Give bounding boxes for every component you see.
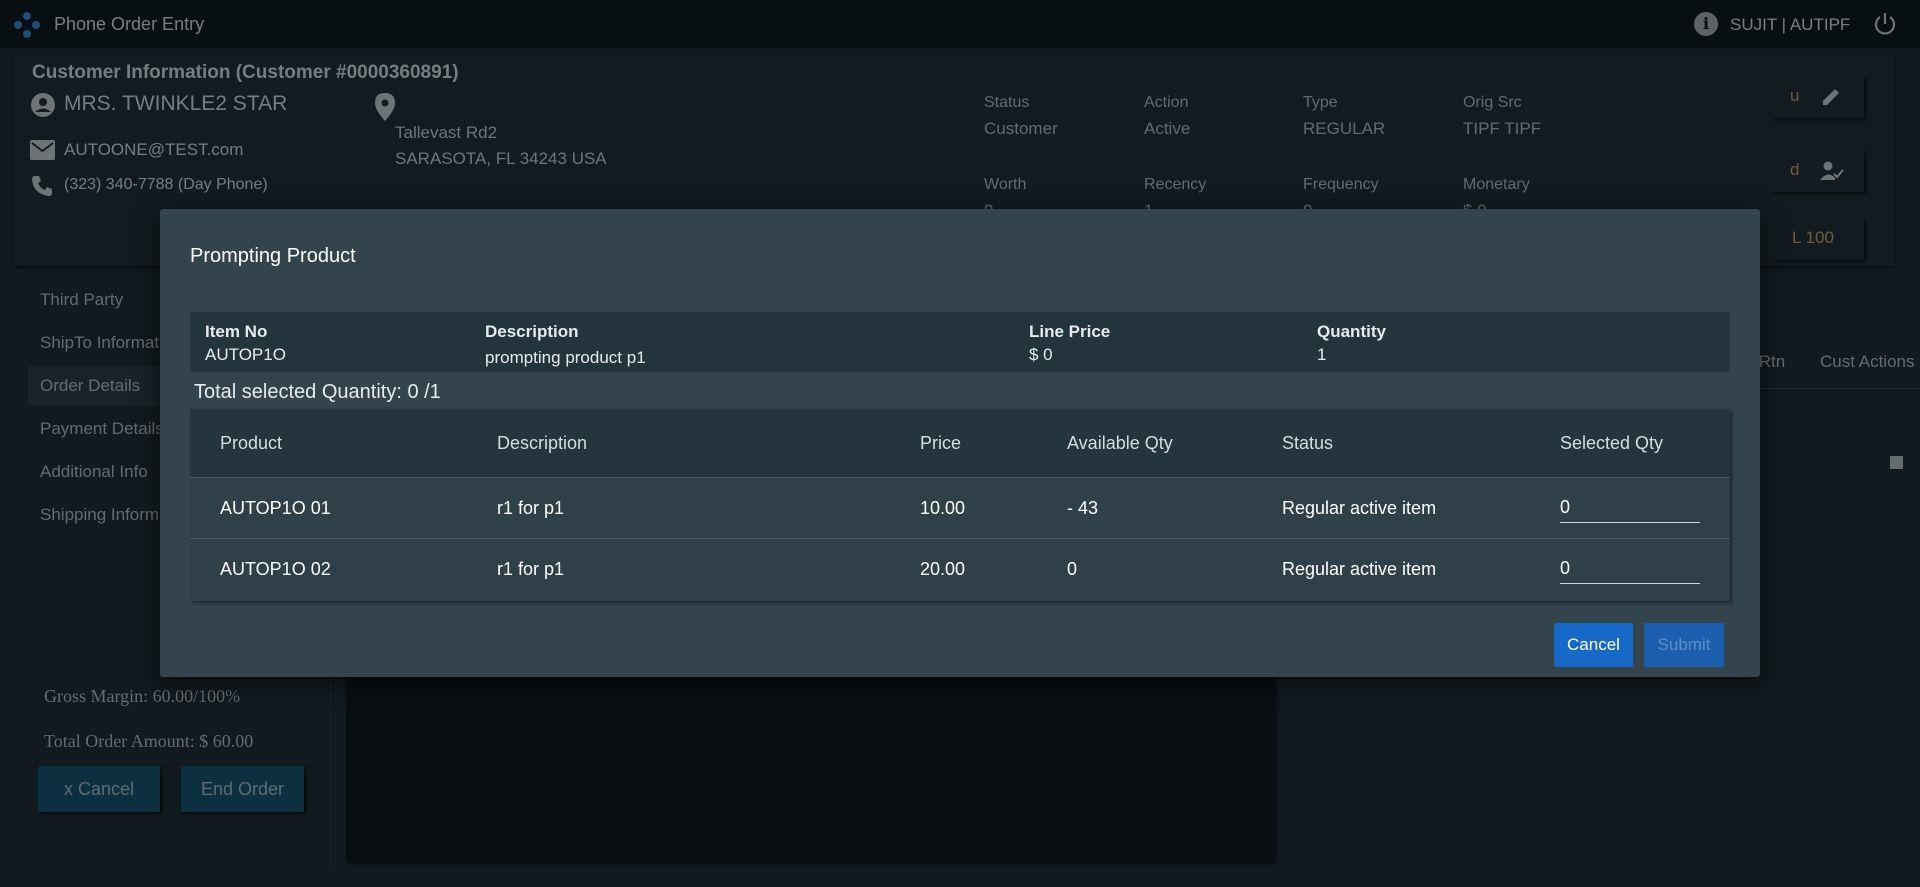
cell-product: AUTOP1O 02 [220, 559, 331, 579]
table-row[interactable]: AUTOP1O 02 r1 for p1 20.00 0 Regular act… [190, 540, 1730, 600]
column-header-product[interactable]: Product [220, 433, 282, 454]
quantity-label: Quantity [1317, 322, 1386, 341]
cell-product: AUTOP1O 01 [220, 498, 331, 518]
cell-status: Regular active item [1282, 559, 1437, 579]
line-price-label: Line Price [1029, 322, 1111, 341]
column-header-selected-qty[interactable]: Selected Qty [1560, 433, 1663, 454]
column-header-status[interactable]: Status [1282, 433, 1333, 454]
column-header-price[interactable]: Price [920, 433, 961, 454]
table-row[interactable]: AUTOP1O 01 r1 for p1 10.00 - 43 Regular … [190, 479, 1730, 539]
item-no-label: Item No [205, 322, 268, 341]
cell-description: r1 for p1 [497, 559, 565, 579]
grid-header: Product Description Price Available Qty … [190, 409, 1730, 478]
dialog-title: Prompting Product [190, 245, 356, 267]
cell-available-qty: - 43 [1067, 498, 1099, 518]
product-grid: Product Description Price Available Qty … [190, 409, 1730, 601]
cell-price: 10.00 [920, 498, 966, 518]
total-selected-quantity: Total selected Quantity: 0 /1 [194, 381, 441, 403]
dialog-submit-button[interactable]: Submit [1644, 623, 1724, 667]
prompting-product-dialog: Prompting Product Item No AUTOP1O Descri… [160, 209, 1760, 677]
cell-status: Regular active item [1282, 498, 1437, 518]
item-no-value: AUTOP1O [205, 345, 286, 364]
cell-description: r1 for p1 [497, 498, 565, 518]
prompting-item-info: Item No AUTOP1O Description prompting pr… [190, 312, 1730, 372]
cell-price: 20.00 [920, 559, 966, 579]
column-header-description[interactable]: Description [497, 433, 587, 454]
column-header-available-qty[interactable]: Available Qty [1067, 433, 1173, 454]
dialog-cancel-button[interactable]: Cancel [1554, 623, 1633, 667]
cell-available-qty: 0 [1067, 559, 1078, 579]
selected-qty-input[interactable] [1560, 493, 1700, 523]
description-value: prompting product p1 [485, 348, 646, 367]
description-label: Description [485, 322, 579, 341]
selected-qty-input[interactable] [1560, 554, 1700, 584]
line-price-value: $ 0 [1029, 345, 1053, 364]
quantity-value: 1 [1317, 345, 1327, 364]
